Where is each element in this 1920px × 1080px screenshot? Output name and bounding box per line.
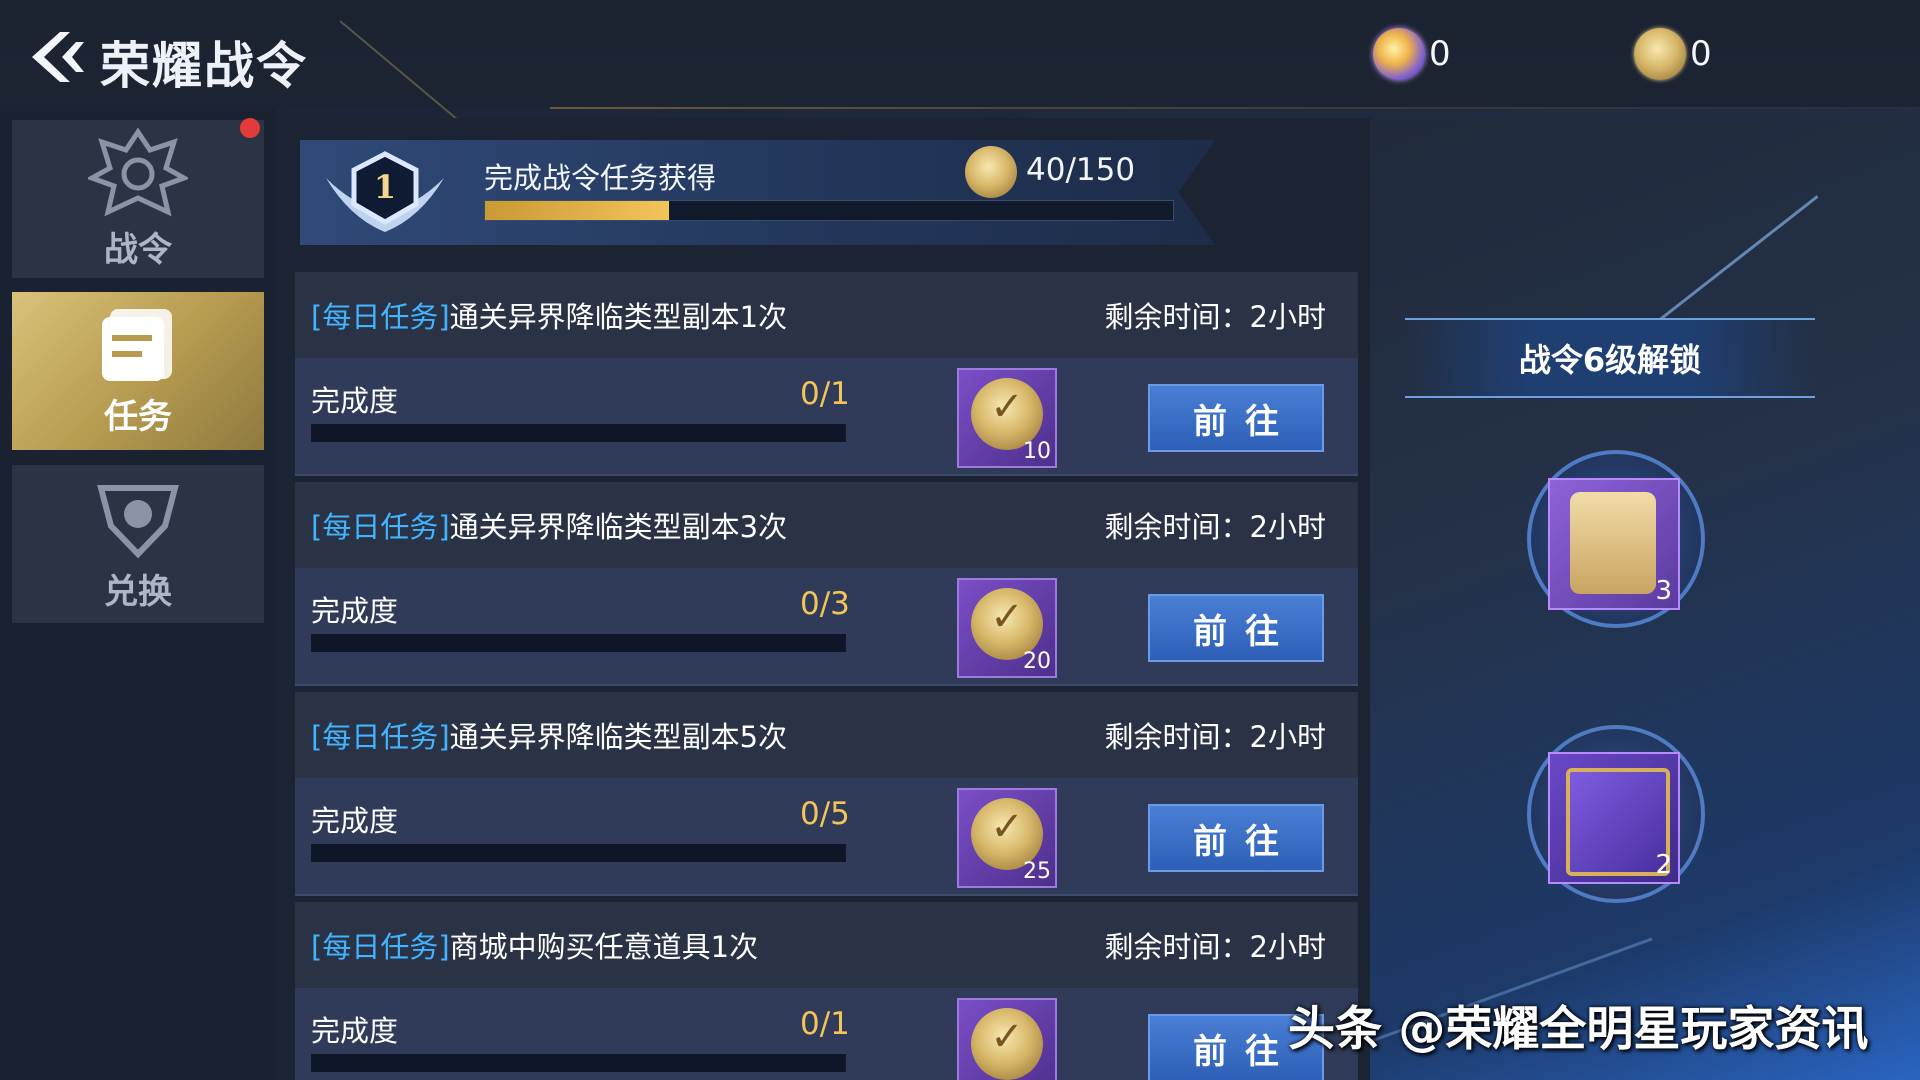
- go-button[interactable]: 前往: [1148, 594, 1324, 662]
- completion-bar: [311, 1054, 846, 1072]
- task-title: [每日任务]通关异界降临类型副本3次: [311, 504, 787, 546]
- gem-icon: [1373, 28, 1425, 80]
- reward-item[interactable]: 3: [1548, 478, 1680, 610]
- progress-bar: [484, 200, 1174, 221]
- back-arrow-icon: [32, 32, 84, 82]
- completion-bar: [311, 634, 846, 652]
- task-body: 完成度 0/5 25 前往: [295, 778, 1358, 896]
- page-title: 荣耀战令: [100, 36, 308, 95]
- task-reward[interactable]: [957, 998, 1057, 1080]
- task-tag: [每日任务]: [311, 930, 450, 964]
- progress-count: 40/150: [1026, 152, 1136, 188]
- progress-bar-fill: [485, 201, 669, 220]
- task-time-remaining: 剩余时间：2小时: [1104, 510, 1326, 544]
- task-title: [每日任务]通关异界降临类型副本5次: [311, 714, 787, 756]
- sidebar-item-label: 任务: [104, 396, 172, 437]
- unlock-banner: 战令6级解锁: [1405, 318, 1815, 398]
- task-time-remaining: 剩余时间：2小时: [1104, 930, 1326, 964]
- task-header: [每日任务]通关异界降临类型副本1次 剩余时间：2小时: [295, 272, 1358, 358]
- task-body: 完成度 0/3 20 前往: [295, 568, 1358, 686]
- task-name: 商城中购买任意道具1次: [449, 930, 759, 964]
- task-card: [每日任务]通关异界降临类型副本3次 剩余时间：2小时 完成度 0/3 20 前…: [295, 482, 1358, 686]
- task-name: 通关异界降临类型副本1次: [449, 300, 788, 334]
- completion-bar: [311, 844, 846, 862]
- completion-label: 完成度: [311, 384, 399, 418]
- task-name: 通关异界降临类型副本5次: [449, 720, 788, 754]
- task-reward[interactable]: 20: [957, 578, 1057, 678]
- task-header: [每日任务]通关异界降临类型副本5次 剩余时间：2小时: [295, 692, 1358, 778]
- exchange-shield-icon: [97, 484, 179, 558]
- sidebar-item-label: 战令: [104, 229, 172, 270]
- reward-pack-icon: [1570, 492, 1656, 594]
- battle-pass-crest-icon: [88, 127, 188, 216]
- reward-quantity: 20: [1023, 649, 1051, 674]
- reward-quantity: 2: [1655, 850, 1672, 880]
- task-tag: [每日任务]: [311, 510, 450, 544]
- reward-item[interactable]: 2: [1548, 752, 1680, 884]
- task-card: [每日任务]通关异界降临类型副本1次 剩余时间：2小时 完成度 0/1 10 前…: [295, 272, 1358, 476]
- coin-icon: [1634, 28, 1686, 80]
- task-header: [每日任务]商城中购买任意道具1次 剩余时间：2小时: [295, 902, 1358, 988]
- sidebar-item-battle-pass[interactable]: 战令: [12, 120, 264, 278]
- level-number: 1: [373, 168, 397, 206]
- completion-count: 0/3: [800, 586, 850, 622]
- completion-count: 0/1: [800, 376, 850, 412]
- gem-count: 0: [1429, 34, 1451, 74]
- task-scroll-icon: [102, 308, 172, 381]
- battle-pass-coin-icon: [971, 1008, 1043, 1080]
- completion-count: 0/5: [800, 796, 850, 832]
- completion-count: 0/1: [800, 1006, 850, 1042]
- reward-quantity: 3: [1655, 576, 1672, 606]
- task-title: [每日任务]商城中购买任意道具1次: [311, 924, 758, 966]
- sidebar-item-label: 兑换: [104, 571, 172, 612]
- task-reward[interactable]: 25: [957, 788, 1057, 888]
- spell-book-icon: [1566, 768, 1670, 876]
- reward-quantity: 25: [1023, 859, 1051, 884]
- completion-label: 完成度: [311, 1014, 399, 1048]
- unlock-title: 战令6级解锁: [1518, 341, 1702, 379]
- completion-label: 完成度: [311, 594, 399, 628]
- battle-pass-coin-icon: [965, 146, 1017, 198]
- task-name: 通关异界降临类型副本3次: [449, 510, 788, 544]
- sidebar-item-exchange[interactable]: 兑换: [12, 465, 264, 623]
- top-bar-divider: [550, 107, 1920, 109]
- gem-currency[interactable]: 0: [1373, 28, 1451, 80]
- sidebar-item-tasks[interactable]: 任务: [12, 292, 264, 450]
- task-card: [每日任务]商城中购买任意道具1次 剩余时间：2小时 完成度 0/1 前往: [295, 902, 1358, 1080]
- task-title: [每日任务]通关异界降临类型副本1次: [311, 294, 787, 336]
- coin-count: 0: [1690, 34, 1712, 74]
- watermark: 头条 @荣耀全明星玩家资讯: [1288, 1002, 1869, 1057]
- task-body: 完成度 0/1 前往: [295, 988, 1358, 1080]
- task-card: [每日任务]通关异界降临类型副本5次 剩余时间：2小时 完成度 0/5 25 前…: [295, 692, 1358, 896]
- task-tag: [每日任务]: [311, 720, 450, 754]
- coin-currency[interactable]: 0: [1634, 28, 1712, 80]
- task-reward[interactable]: 10: [957, 368, 1057, 468]
- progress-label: 完成战令任务获得: [484, 161, 717, 195]
- task-header: [每日任务]通关异界降临类型副本3次 剩余时间：2小时: [295, 482, 1358, 568]
- go-button[interactable]: 前往: [1148, 804, 1324, 872]
- completion-bar: [311, 424, 846, 442]
- back-button[interactable]: [22, 26, 92, 88]
- go-button[interactable]: 前往: [1148, 384, 1324, 452]
- task-tag: [每日任务]: [311, 300, 450, 334]
- completion-label: 完成度: [311, 804, 399, 838]
- task-body: 完成度 0/1 10 前往: [295, 358, 1358, 476]
- notification-badge: [240, 118, 260, 138]
- reward-quantity: 10: [1023, 439, 1051, 464]
- task-time-remaining: 剩余时间：2小时: [1104, 300, 1326, 334]
- task-time-remaining: 剩余时间：2小时: [1104, 720, 1326, 754]
